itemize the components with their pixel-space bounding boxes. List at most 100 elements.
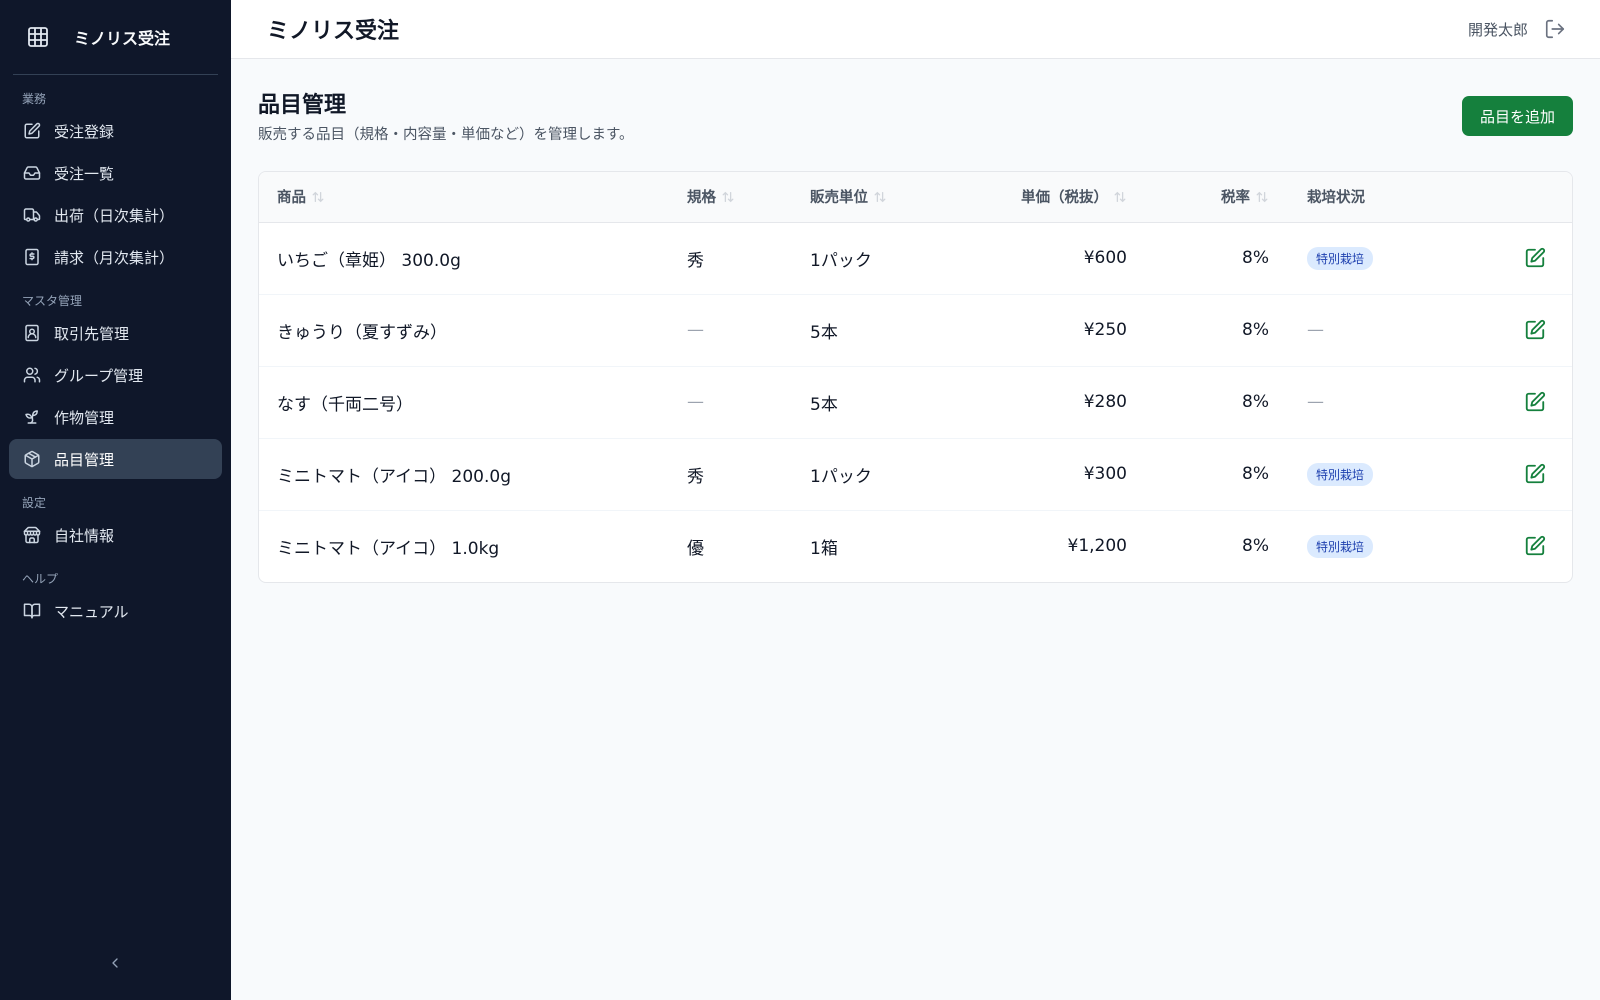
cell-cultivation: —	[1307, 320, 1324, 340]
cell-unit: 5本	[810, 322, 838, 343]
cell-actions	[1489, 510, 1572, 582]
cell-unit: 1箱	[810, 538, 838, 559]
cell-actions	[1489, 222, 1572, 294]
edit-square-icon	[23, 122, 41, 140]
table-header-row: 商品 規格 販売単位 単価（税抜） 税率 栽培状況	[259, 172, 1572, 222]
sidebar-item-order-entry[interactable]: 受注登録	[9, 111, 222, 151]
sidebar-item-order-list[interactable]: 受注一覧	[9, 153, 222, 193]
user-name: 開発太郎	[1467, 20, 1528, 39]
section-label-business: 業務	[22, 92, 47, 106]
edit-icon[interactable]	[1524, 535, 1546, 557]
cell-price: ¥280	[1083, 392, 1127, 412]
table-row: きゅうり（夏すずみ） — 5本 ¥250 8% —	[259, 294, 1572, 366]
cell-unit: 5本	[810, 394, 838, 415]
cell-cultivation: 特別栽培	[1289, 510, 1489, 582]
cell-unit: 1パック	[810, 466, 872, 487]
edit-icon[interactable]	[1524, 463, 1546, 485]
sidebar-item-billing[interactable]: 請求（月次集計）	[9, 237, 222, 277]
cultivation-badge: 特別栽培	[1307, 534, 1374, 558]
cell-product: いちご（章姫） 300.0g	[277, 250, 461, 271]
sort-icon	[311, 190, 325, 204]
column-header-actions	[1489, 172, 1572, 222]
sidebar-item-groups[interactable]: グループ管理	[9, 355, 222, 395]
truck-icon	[23, 206, 41, 224]
sidebar-divider	[13, 74, 218, 75]
cell-tax: 8%	[1242, 320, 1269, 340]
app-name: ミノリス受注	[74, 29, 171, 48]
cell-actions	[1489, 366, 1572, 438]
column-header-grade[interactable]: 規格	[669, 172, 792, 222]
sort-icon	[1113, 190, 1127, 204]
sidebar-item-clients[interactable]: 取引先管理	[9, 313, 222, 353]
store-icon	[23, 526, 41, 544]
edit-icon[interactable]	[1524, 247, 1546, 269]
logout-icon[interactable]	[1544, 18, 1566, 40]
cell-tax: 8%	[1242, 536, 1269, 557]
column-header-price[interactable]: 単価（税抜）	[982, 172, 1147, 222]
chevron-left-icon	[107, 955, 123, 971]
column-header-product[interactable]: 商品	[259, 172, 669, 222]
cell-actions	[1489, 438, 1572, 510]
cell-cultivation: 特別栽培	[1289, 222, 1489, 294]
cultivation-badge: 特別栽培	[1307, 246, 1374, 270]
table-row: ミニトマト（アイコ） 200.0g 秀 1パック ¥300 8% 特別栽培	[259, 438, 1572, 510]
sidebar-item-products[interactable]: 品目管理	[9, 439, 222, 479]
cell-cultivation: —	[1307, 392, 1324, 412]
edit-icon[interactable]	[1524, 391, 1546, 413]
cell-tax: 8%	[1242, 392, 1269, 412]
page-title: 品目管理	[258, 93, 347, 118]
table-row: ミニトマト（アイコ） 1.0kg 優 1箱 ¥1,200 8% 特別栽培	[259, 510, 1572, 582]
brand[interactable]: ミノリス受注	[0, 0, 231, 74]
top-header: ミノリス受注 開発太郎	[231, 0, 1600, 59]
column-header-cultivation: 栽培状況	[1307, 190, 1365, 207]
products-table: 商品 規格 販売単位 単価（税抜） 税率 栽培状況 いちご（章姫） 300.0g…	[258, 171, 1573, 583]
cell-unit: 1パック	[810, 250, 872, 271]
sidebar-item-shipping[interactable]: 出荷（日次集計）	[9, 195, 222, 235]
sidebar: ミノリス受注 業務 受注登録 受注一覧 出荷（日次集計） 請求（月次集計） マス…	[0, 0, 231, 1000]
grid-icon	[26, 25, 50, 49]
user-area: 開発太郎	[1468, 18, 1566, 40]
cell-product: なす（千両二号）	[277, 394, 413, 415]
package-icon	[23, 450, 41, 468]
cell-tax: 8%	[1242, 248, 1269, 268]
cell-product: きゅうり（夏すずみ）	[277, 322, 447, 343]
sidebar-item-company[interactable]: 自社情報	[9, 515, 222, 555]
page-subtitle: 販売する品目（規格・内容量・単価など）を管理します。	[258, 127, 634, 143]
cell-price: ¥600	[1083, 248, 1127, 268]
section-label-master: マスタ管理	[22, 294, 83, 308]
cell-grade: —	[687, 392, 704, 412]
page-header: 品目管理 販売する品目（規格・内容量・単価など）を管理します。 品目を追加	[258, 59, 1573, 171]
sidebar-item-manual[interactable]: マニュアル	[9, 591, 222, 631]
edit-icon[interactable]	[1524, 319, 1546, 341]
book-open-icon	[23, 602, 41, 620]
sprout-icon	[23, 408, 41, 426]
sort-icon	[873, 190, 887, 204]
contact-card-icon	[23, 324, 41, 342]
cell-grade: —	[687, 320, 704, 340]
cell-grade: 秀	[687, 250, 704, 271]
cell-price: ¥300	[1083, 464, 1127, 484]
cultivation-badge: 特別栽培	[1307, 462, 1374, 486]
receipt-icon	[23, 248, 41, 266]
table-row: いちご（章姫） 300.0g 秀 1パック ¥600 8% 特別栽培	[259, 222, 1572, 294]
inbox-icon	[23, 164, 41, 182]
cell-cultivation: 特別栽培	[1289, 438, 1489, 510]
cell-price: ¥1,200	[1067, 536, 1127, 557]
cell-actions	[1489, 294, 1572, 366]
main-content: 品目管理 販売する品目（規格・内容量・単価など）を管理します。 品目を追加 商品…	[231, 59, 1600, 1000]
add-product-button[interactable]: 品目を追加	[1461, 96, 1573, 136]
cell-product: ミニトマト（アイコ） 200.0g	[277, 466, 512, 487]
cell-tax: 8%	[1242, 464, 1269, 484]
section-label-settings: 設定	[22, 496, 47, 510]
users-icon	[23, 366, 41, 384]
cell-product: ミニトマト（アイコ） 1.0kg	[277, 538, 500, 559]
sidebar-item-crops[interactable]: 作物管理	[9, 397, 222, 437]
table-row: なす（千両二号） — 5本 ¥280 8% —	[259, 366, 1572, 438]
section-label-help: ヘルプ	[22, 572, 59, 586]
sort-icon	[1255, 190, 1269, 204]
header-title: ミノリス受注	[267, 19, 400, 44]
sidebar-collapse-button[interactable]	[100, 950, 130, 976]
cell-price: ¥250	[1083, 320, 1127, 340]
column-header-tax[interactable]: 税率	[1147, 172, 1289, 222]
column-header-unit[interactable]: 販売単位	[792, 172, 982, 222]
